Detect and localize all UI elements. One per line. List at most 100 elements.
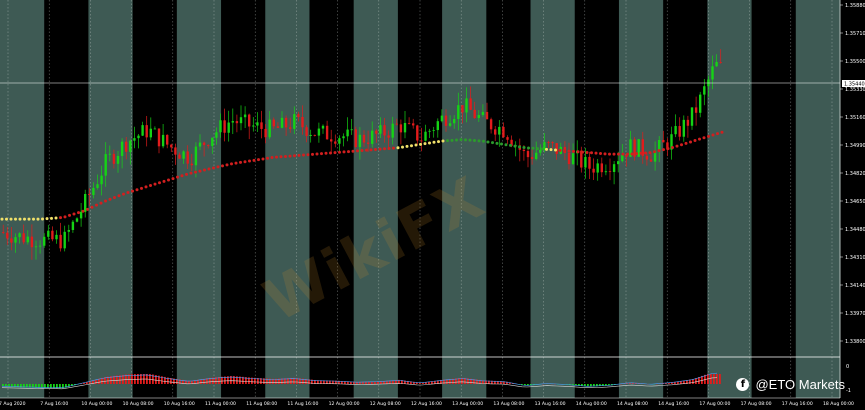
ma-dot [351,149,355,153]
candle-body [129,140,132,152]
session-band [0,0,45,398]
candle-body [71,221,75,230]
price-tick-label: 1.34820 [845,171,865,177]
candle-body [371,130,374,144]
candle-body [215,132,218,138]
candle-body [100,175,103,185]
ma-dot [90,205,94,209]
candle-body [321,125,325,129]
ma-dot [459,138,463,142]
ma-dot [18,217,22,221]
time-axis[interactable]: 7 Aug 2020 7 Aug 16:00 10 Aug 00:00 10 Aug … [0,401,854,407]
candle-body [153,128,157,130]
candle-body [473,109,476,119]
ma-dot [180,174,184,178]
time-tick-label: 17 Aug 08:00 [741,401,772,407]
ma-dot [221,164,224,168]
candle-body [362,134,366,143]
ma-dot [270,156,274,160]
price-tick-label: 1.35710 [845,31,865,37]
time-tick-label: 12 Aug 08:00 [370,401,401,407]
time-tick-label: 10 Aug 08:00 [123,401,154,407]
ma-dot [360,149,364,153]
candle-body [498,126,501,135]
ma-dot [36,217,40,221]
ma-dot [540,147,544,151]
ma-dot [27,217,31,221]
ma-dot [324,151,328,155]
candle-body [317,128,321,136]
ma-dot [261,157,265,161]
candle-body [227,122,230,133]
candle-body [539,149,542,153]
ma-dot [63,215,67,219]
time-tick-label: 12 Aug 16:00 [411,401,442,407]
candle-body [608,171,612,173]
candle-body [330,139,333,142]
candle-body [571,153,575,165]
candle-body [588,156,591,169]
price-tick-label: 1.34480 [845,227,865,233]
ma-dot [581,150,584,154]
ma-dot [194,170,197,174]
ma-dot [162,179,166,183]
session-band [795,0,841,398]
ma-dot [297,153,301,157]
candle-body [14,237,17,243]
candle-body [243,114,247,118]
ma-dot [545,147,548,151]
time-tick-label: 13 Aug 00:00 [452,401,483,407]
sub-tick-zero: 0 [846,364,849,370]
candle-body [494,129,497,135]
ma-dot [621,152,625,156]
ma-dot [117,194,121,198]
time-tick-label: 12 Aug 00:00 [329,401,360,407]
candle-body [334,141,337,144]
ma-dot [617,152,620,156]
ma-dot [657,149,661,153]
candle-body [428,130,431,132]
ma-dot [41,217,44,221]
price-tick-label: 1.35160 [845,115,865,121]
time-tick-label: 13 Aug 08:00 [493,401,524,407]
ma-dot [347,150,350,154]
candle-body [252,125,255,127]
ma-dot [684,141,688,145]
candle-body [440,115,444,122]
ma-dot [72,212,76,216]
ma-dot [315,152,319,156]
candle-body [354,129,357,148]
candle-body [309,134,312,136]
candle-body [133,138,136,141]
ma-dot [387,146,391,150]
candle-body [34,246,38,248]
candle-body [662,140,665,143]
candle-body [182,151,185,159]
ma-dot [14,217,17,221]
ma-dot [198,169,202,173]
time-tick-label: 11 Aug 08:00 [246,401,277,407]
brand-credit: f @ETO Markets [736,377,845,392]
ma-dot [293,154,296,158]
ma-dot [689,140,692,144]
candle-body [567,152,571,165]
candle-body [477,114,480,119]
ma-dot [626,152,629,156]
session-band [574,0,620,398]
candle-body [293,114,296,129]
time-tick-label: 7 Aug 2020 [0,401,26,407]
candle-body [256,122,259,126]
candle-body [522,149,526,152]
ma-dot [675,144,679,148]
ma-dot [491,141,494,145]
candle-body [600,163,603,173]
ma-dot [428,141,431,145]
price-axis[interactable]: 1.35880 1.35710 1.35500 1.35330 1.35160 1.349… [840,3,865,345]
session-band [132,0,178,398]
ma-dot [207,167,211,171]
ma-dot [549,148,553,152]
facebook-icon: f [736,378,750,391]
ma-dot [482,139,485,143]
histogram-bar [716,374,718,384]
candle-body [63,231,66,249]
